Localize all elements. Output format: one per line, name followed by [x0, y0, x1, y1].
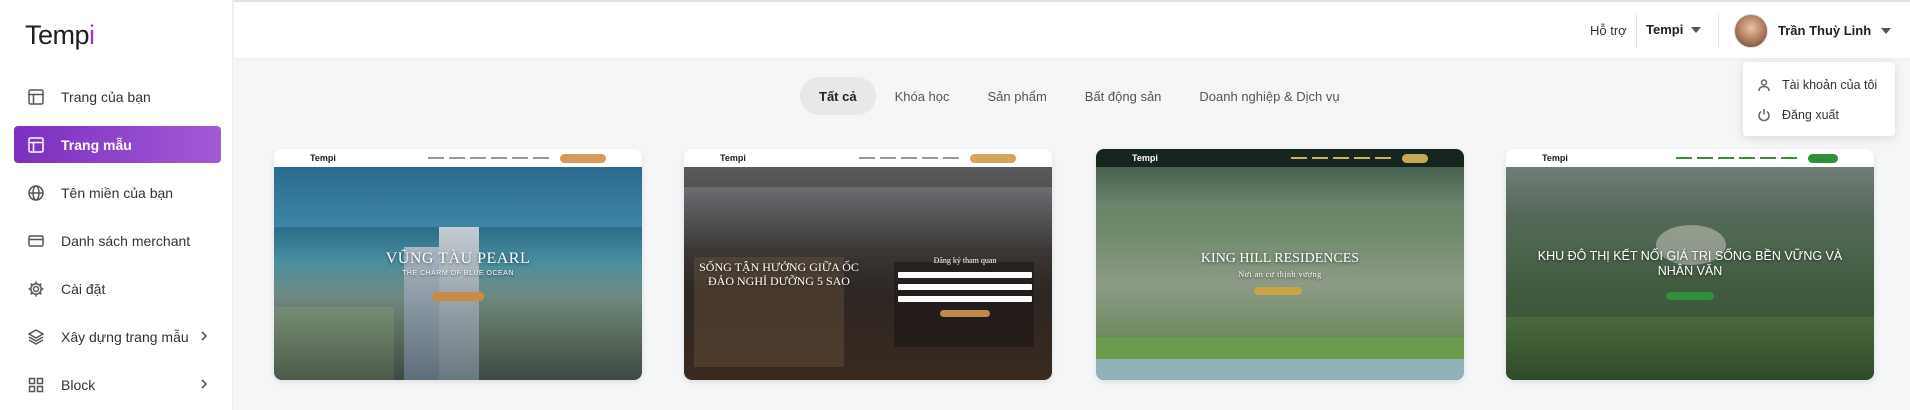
header-divider [1636, 14, 1637, 48]
sidebar-item-label: Xây dựng trang mẫu [61, 328, 189, 345]
layout-icon [27, 88, 45, 106]
avatar[interactable] [1734, 14, 1768, 48]
sidebar-item-label: Tên miền của bạn [61, 184, 174, 201]
sidebar-item-label: Trang của bạn [61, 88, 151, 105]
menu-item-label: Tài khoản của tôi [1782, 78, 1878, 92]
power-icon [1758, 109, 1770, 122]
app-logo[interactable]: Tempi [25, 20, 95, 51]
sidebar-item-label: Block [61, 376, 96, 393]
sidebar-item-label: Danh sách merchant [61, 232, 191, 249]
sidebar-item-settings[interactable]: Cài đặt [14, 270, 221, 307]
menu-item-my-account[interactable]: Tài khoản của tôi [1743, 70, 1895, 100]
card-logo: Tempi [1132, 153, 1158, 163]
template-title: SỐNG TẬN HƯỞNG GIỮA ỐC ĐẢO NGHỈ DƯỠNG 5 … [699, 260, 859, 288]
globe-icon [27, 184, 45, 202]
sidebar-item-templates[interactable]: Trang mẫu [14, 126, 221, 163]
sidebar: Tempi Trang của bạn Trang mẫu Tên miền c… [0, 0, 233, 410]
template-cta-button [940, 310, 990, 317]
template-form-title: Đăng ký tham quan [933, 256, 997, 265]
workspace-label: Tempi [1646, 22, 1684, 37]
card-logo: Tempi [310, 153, 336, 163]
template-card[interactable]: Tempi VŨNG TÀU PEARL THE CHARM OF BLUE O… [274, 149, 642, 380]
template-title: VŨNG TÀU PEARL [385, 250, 531, 267]
user-menu-toggle[interactable]: Trần Thuỳ Linh [1778, 23, 1892, 38]
template-title: KHU ĐÔ THỊ KẾT NỐI GIÁ TRỊ SỐNG BỀN VỮNG… [1537, 249, 1843, 278]
card-logo: Tempi [720, 153, 746, 163]
template-card[interactable]: Tempi KHU ĐÔ THỊ KẾT NỐI GIÁ TRỊ SỐNG BỀ… [1506, 149, 1874, 380]
help-link[interactable]: Hỗ trợ [1590, 23, 1627, 38]
logo-text: Temp [25, 20, 90, 50]
user-dropdown-menu: Tài khoản của tôi Đăng xuất [1743, 62, 1895, 136]
sidebar-nav: Trang của bạn Trang mẫu Tên miền của bạn… [14, 78, 221, 410]
template-cta-button [432, 292, 484, 301]
template-cta-button [1254, 287, 1302, 295]
template-cta-button [1666, 292, 1714, 300]
gear-icon [27, 280, 45, 298]
tab-all[interactable]: Tất cả [800, 77, 876, 115]
menu-item-label: Đăng xuất [1782, 108, 1839, 122]
card-preview-nav: Tempi [1506, 149, 1874, 167]
sidebar-item-label: Cài đặt [61, 280, 106, 297]
chevron-right-icon [197, 377, 211, 391]
logo-accent: i [89, 20, 95, 50]
card-preview-nav: Tempi [684, 149, 1052, 167]
tab-courses[interactable]: Khóa học [876, 77, 969, 115]
template-card[interactable]: Tempi SỐNG TẬN HƯỞNG GIỮA ỐC ĐẢO NGHỈ DƯ… [684, 149, 1052, 380]
grid-icon [27, 376, 45, 394]
sidebar-item-block[interactable]: Block [14, 366, 221, 403]
caret-down-icon [1881, 27, 1892, 34]
top-header: Hỗ trợ Tempi Trần Thuỳ Linh [234, 0, 1910, 58]
template-title: KING HILL RESIDENCES [1200, 251, 1360, 266]
layers-icon [27, 328, 45, 346]
card-logo: Tempi [1542, 153, 1568, 163]
tab-business-services[interactable]: Doanh nghiệp & Dịch vụ [1180, 77, 1358, 115]
sidebar-item-your-pages[interactable]: Trang của bạn [14, 78, 221, 115]
workspace-selector[interactable]: Tempi [1646, 22, 1702, 37]
template-card[interactable]: Tempi KING HILL RESIDENCES Nơi an cư thị… [1096, 149, 1464, 380]
header-divider [1718, 14, 1719, 48]
caret-down-icon [1691, 26, 1702, 33]
category-tabs: Tất cả Khóa học Sản phẩm Bất động sản Do… [800, 77, 1359, 115]
sidebar-item-merchants[interactable]: Danh sách merchant [14, 222, 221, 259]
card-preview-nav: Tempi [1096, 149, 1464, 167]
tab-real-estate[interactable]: Bất động sản [1066, 77, 1181, 115]
sidebar-item-domains[interactable]: Tên miền của bạn [14, 174, 221, 211]
sidebar-item-template-builder[interactable]: Xây dựng trang mẫu [14, 318, 221, 355]
template-subtitle: THE CHARM OF BLUE OCEAN [402, 270, 514, 277]
template-subtitle: Nơi an cư thịnh vượng [1238, 270, 1322, 279]
user-name: Trần Thuỳ Linh [1778, 23, 1872, 38]
card-icon [27, 232, 45, 250]
chevron-right-icon [197, 329, 211, 343]
layout-icon [27, 136, 45, 154]
tab-products[interactable]: Sản phẩm [969, 77, 1066, 115]
user-icon [1758, 79, 1770, 92]
sidebar-item-label: Trang mẫu [61, 136, 132, 153]
menu-item-logout[interactable]: Đăng xuất [1743, 100, 1895, 130]
card-preview-nav: Tempi [274, 149, 642, 167]
